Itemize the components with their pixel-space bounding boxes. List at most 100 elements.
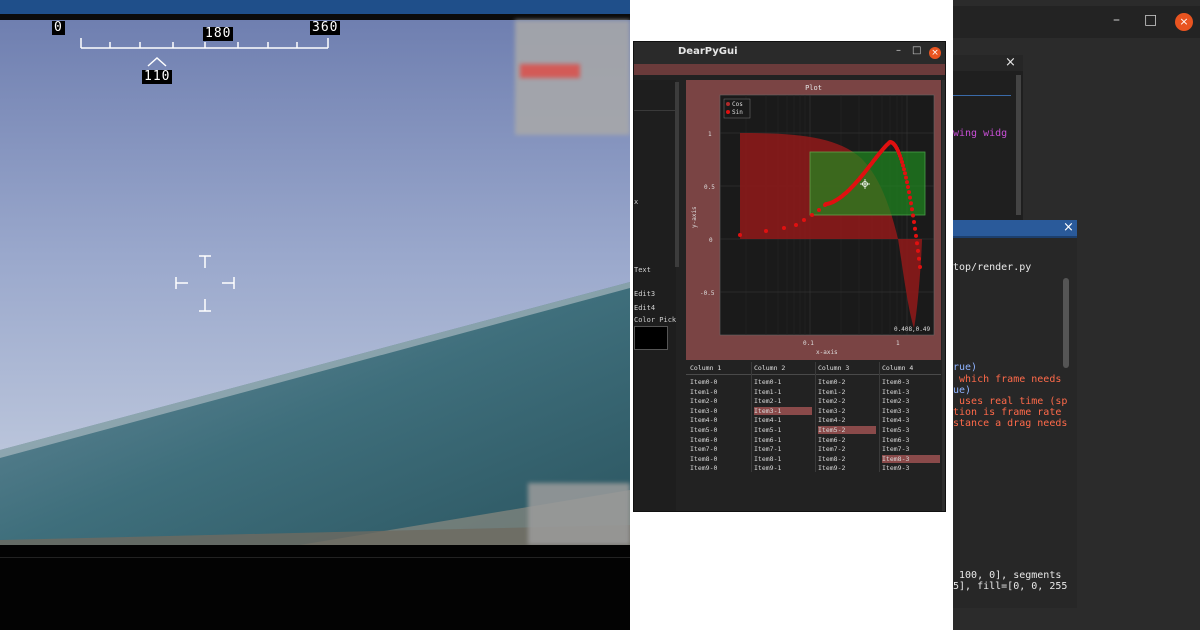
flight-video-panel: 0 180 360 110 [0, 0, 630, 630]
table-cell[interactable]: Item6-2 [818, 436, 876, 444]
editor-line-6: stance a drag needs [953, 418, 1068, 429]
items-table: Column 1 Column 2 Column 3 Column 4 Item0-0 I… [686, 362, 941, 472]
y-tick-neg-0.5: -0.5 [700, 290, 715, 297]
table-cell[interactable]: Item8-2 [818, 455, 876, 463]
table-header-col-3[interactable]: Column 3 [818, 364, 849, 372]
table-header-col-1[interactable]: Column 1 [690, 364, 721, 372]
table-cell[interactable]: Item1-3 [882, 388, 940, 396]
x-axis-label: x-axis [816, 349, 838, 356]
inspector-panel: × wing widg [953, 55, 1023, 220]
table-header-col-4[interactable]: Column 4 [882, 364, 913, 372]
legend-cos-marker [726, 102, 730, 106]
table-cell[interactable]: Item6-0 [690, 436, 748, 444]
table-cell[interactable]: Item9-1 [754, 464, 812, 472]
code-panel-close-button[interactable]: × [1063, 220, 1074, 235]
sin-point [908, 195, 912, 200]
editor-line-3: ue) [953, 385, 972, 396]
inspector-close-button[interactable]: × [1005, 55, 1016, 70]
dearpygui-title-bar[interactable]: DearPyGui – □ × [634, 42, 945, 64]
sin-point [802, 218, 806, 222]
table-cell[interactable]: Item0-0 [690, 378, 748, 386]
plot-svg[interactable]: Cos Sin 1 0.5 0 -0.5 0.1 1 x-axis y-axis… [686, 80, 941, 360]
editor-title-bar: – □ × [953, 6, 1200, 38]
legend: Cos Sin [723, 98, 751, 119]
editor-line-widget: wing widg [953, 128, 1008, 139]
editor-line-7: 100, 0], segments [953, 570, 1062, 581]
table-cell[interactable]: Item5-2 [818, 426, 876, 434]
table-cell[interactable]: Item9-0 [690, 464, 748, 472]
table-cell[interactable]: Item1-0 [690, 388, 748, 396]
editor-background-window: – □ × × wing widg × top/render.py rue) w… [945, 0, 1200, 630]
dpg-label-edit4: Edit4 [634, 304, 656, 312]
code-panel-scrollbar[interactable] [1063, 278, 1069, 368]
table-cell[interactable]: Item9-3 [882, 464, 940, 472]
heading-value: 110 [142, 69, 173, 84]
table-cell[interactable]: Item5-3 [882, 426, 940, 434]
dpg-right-scrollbar[interactable] [942, 80, 945, 511]
sin-point [905, 180, 909, 185]
dpg-left-scrollbar[interactable] [675, 82, 679, 267]
table-cell[interactable]: Item6-1 [754, 436, 812, 444]
editor-minimize-button[interactable]: – [1113, 12, 1120, 28]
table-header-col-2[interactable]: Column 2 [754, 364, 785, 372]
table-cell[interactable]: Item7-2 [818, 445, 876, 453]
editor-line-1: rue) [953, 362, 978, 373]
sin-point [817, 208, 821, 212]
sin-point [904, 175, 908, 180]
table-cell[interactable]: Item7-1 [754, 445, 812, 453]
x-tick-0.1: 0.1 [803, 340, 814, 347]
heading-scale-left: 0 [52, 20, 65, 35]
table-cell[interactable]: Item9-2 [818, 464, 876, 472]
editor-line-5: tion is frame rate [953, 407, 1062, 418]
table-cell[interactable]: Item3-0 [690, 407, 748, 415]
blurred-overlay-bottom-right [528, 483, 630, 545]
table-cell[interactable]: Item0-2 [818, 378, 876, 386]
editor-maximize-button[interactable]: □ [1144, 12, 1157, 28]
table-cell[interactable]: Item1-1 [754, 388, 812, 396]
legend-cos-label: Cos [732, 101, 743, 108]
editor-close-button[interactable]: × [1175, 13, 1193, 31]
table-cell[interactable]: Item2-0 [690, 397, 748, 405]
table-cell[interactable]: Item2-1 [754, 397, 812, 405]
table-cell[interactable]: Item8-3 [882, 454, 940, 463]
sin-point [907, 190, 911, 195]
table-cell[interactable]: Item5-0 [690, 426, 748, 434]
table-cell[interactable]: Item8-1 [754, 455, 812, 463]
table-cell[interactable]: Item1-2 [818, 388, 876, 396]
editor-line-8: 5], fill=[0, 0, 255 [953, 581, 1068, 592]
sin-point [917, 256, 921, 261]
video-bottom-bar [0, 545, 630, 630]
dpg-maximize-button[interactable]: □ [912, 45, 921, 56]
x-tick-1: 1 [896, 340, 900, 347]
table-cell[interactable]: Item2-2 [818, 397, 876, 405]
table-cell[interactable]: Item7-0 [690, 445, 748, 453]
table-cell[interactable]: Item3-1 [754, 406, 812, 415]
table-column-divider [879, 362, 880, 472]
table-cell[interactable]: Item6-3 [882, 436, 940, 444]
table-cell[interactable]: Item2-3 [882, 397, 940, 405]
dpg-minimize-button[interactable]: – [896, 45, 901, 56]
legend-sin-marker [726, 110, 730, 114]
table-cell[interactable]: Item4-3 [882, 416, 940, 424]
table-cell[interactable]: Item8-0 [690, 455, 748, 463]
sin-point [810, 213, 814, 217]
dpg-label-color-pick: Color Pick [634, 316, 677, 324]
table-cell[interactable]: Item5-1 [754, 426, 812, 434]
sin-point [909, 201, 913, 206]
table-cell[interactable]: Item4-2 [818, 416, 876, 424]
table-cell[interactable]: Item3-3 [882, 407, 940, 415]
table-cell[interactable]: Item0-1 [754, 378, 812, 386]
legend-sin-label: Sin [732, 109, 743, 116]
table-cell[interactable]: Item7-3 [882, 445, 940, 453]
dpg-close-button[interactable]: × [929, 47, 941, 59]
table-cell[interactable]: Item3-2 [818, 407, 876, 415]
dpg-label-text: Text [634, 266, 651, 274]
sin-point [906, 185, 910, 189]
table-cell[interactable]: Item4-0 [690, 416, 748, 424]
editor-line-path: top/render.py [953, 262, 1032, 273]
dpg-color-swatch[interactable] [634, 326, 668, 350]
dpg-label-edit3: Edit3 [634, 290, 656, 298]
table-cell[interactable]: Item0-3 [882, 378, 940, 386]
sin-point [912, 220, 916, 224]
table-cell[interactable]: Item4-1 [754, 416, 812, 424]
